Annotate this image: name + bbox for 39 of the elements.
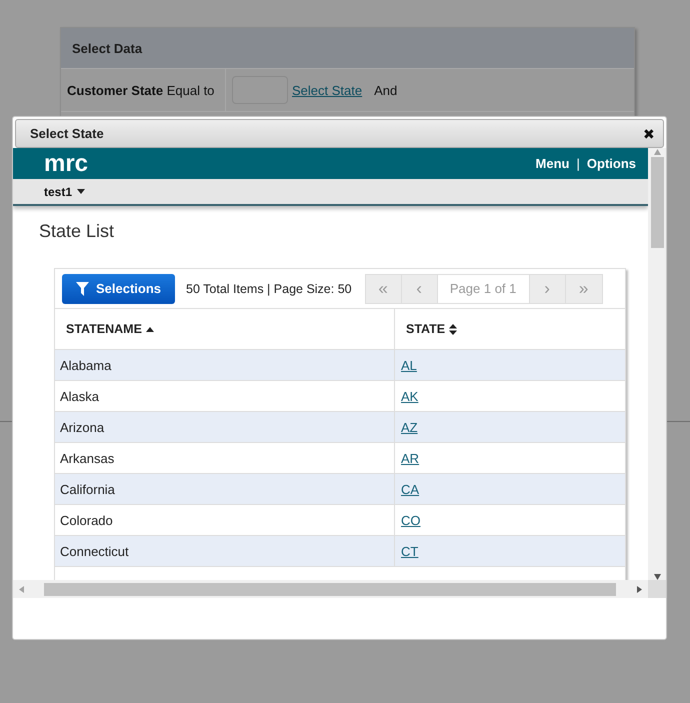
column-header[interactable]: STATENAME: [55, 309, 395, 349]
table-cell: Colorado: [55, 505, 395, 535]
table-cell: California: [55, 474, 395, 504]
dialog-title: Select State: [30, 126, 104, 141]
nav-link[interactable]: Menu: [536, 156, 570, 171]
user-menu[interactable]: test1: [44, 184, 86, 198]
caret-icon: [77, 189, 86, 194]
filter-icon: [76, 282, 89, 296]
scroll-left-icon[interactable]: [18, 586, 25, 592]
state-code-link[interactable]: AL: [401, 358, 417, 372]
state-code-link[interactable]: AK: [401, 388, 418, 404]
scroll-thumb[interactable]: [650, 157, 664, 248]
select-state-link[interactable]: Select State: [292, 82, 362, 98]
scrollbar-corner: [648, 580, 666, 598]
state-code-link[interactable]: CT: [401, 544, 418, 558]
state-code-link[interactable]: AZ: [401, 420, 418, 434]
conjunction-text: And: [374, 82, 398, 98]
horizontal-scrollbar[interactable]: [13, 580, 648, 598]
nav-link[interactable]: Options: [586, 156, 636, 171]
scroll-thumb[interactable]: [44, 582, 616, 596]
table-cell: Arkansas: [55, 443, 395, 473]
selections-button[interactable]: Selections: [62, 274, 175, 304]
state-code-link[interactable]: CA: [401, 482, 420, 496]
filter-label: Customer State Equal to: [61, 69, 226, 111]
scroll-right-icon[interactable]: [636, 586, 643, 592]
table-cell: Alabama: [55, 350, 395, 380]
logo: mrc: [44, 150, 88, 178]
table-cell: Connecticut: [55, 536, 395, 566]
close-button[interactable]: ✖: [643, 126, 655, 142]
separator: |: [576, 156, 580, 171]
panel-title: Select Data: [61, 28, 634, 69]
table-cell: Alaska: [55, 381, 395, 411]
item-summary: 50 Total Items | Page Size: 50: [186, 282, 352, 296]
vertical-scrollbar[interactable]: [648, 148, 666, 580]
column-header[interactable]: STATE: [395, 309, 625, 349]
state-code-link[interactable]: AR: [401, 450, 420, 466]
state-code-link[interactable]: CO: [401, 512, 420, 528]
table-cell: Arizona: [55, 412, 395, 442]
page-heading: State List: [39, 221, 116, 242]
